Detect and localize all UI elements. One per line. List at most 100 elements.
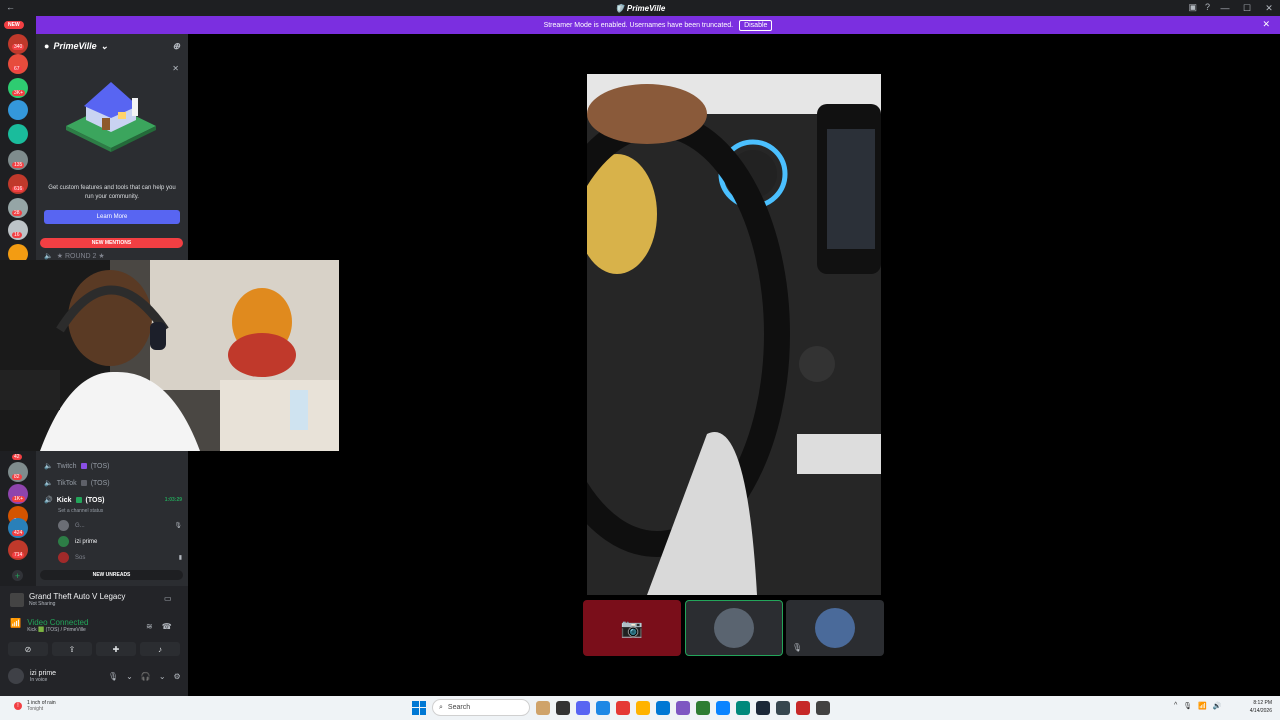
app-icon[interactable]	[796, 700, 810, 715]
microphone-icon[interactable]: 🎙	[108, 672, 118, 681]
voice-member[interactable]: Sos ▮	[58, 552, 182, 563]
widgets-icon[interactable]	[536, 700, 550, 715]
new-mentions-pill[interactable]: NEW MENTIONS	[40, 238, 183, 248]
server-boost-promo: ✕ Get custom features and tools that can…	[36, 58, 188, 233]
channel-color-square	[80, 463, 87, 469]
channel-tiktok[interactable]: 🔈 TikTok (TOS)	[44, 479, 182, 488]
learn-more-button[interactable]: Learn More	[44, 210, 180, 224]
chrome-app-icon[interactable]	[616, 700, 630, 715]
channel-name: TikTok	[56, 479, 77, 487]
voice-channel[interactable]: Kick 🟩 (TOS) / PrimeVille	[27, 627, 88, 633]
app-icon[interactable]	[716, 700, 730, 715]
file-explorer-icon[interactable]	[636, 700, 650, 715]
voice-controls: ≋ ☎	[146, 622, 172, 631]
signal-icon: 📶	[10, 618, 22, 628]
activities-button[interactable]: ✚	[96, 642, 136, 656]
voice-status[interactable]: Video Connected	[27, 618, 88, 627]
server-badge: 714	[12, 552, 25, 558]
speaker-icon: 🔊	[44, 497, 53, 504]
close-promo-icon[interactable]: ✕	[172, 64, 179, 73]
voice-channel-round[interactable]: 🔈 ★ ROUND 2 ★	[44, 252, 105, 260]
avatar	[815, 608, 855, 648]
user-controls: 🎙 ⌄ 🎧 ⌄ ⚙	[108, 672, 181, 681]
game-icon	[10, 592, 24, 607]
server-badge: 1K+	[12, 496, 26, 502]
store-app-icon[interactable]	[656, 700, 670, 715]
close-banner-icon[interactable]: ✕	[1262, 19, 1270, 30]
round-label: ★ ROUND 2 ★	[56, 253, 105, 260]
taskbar-search[interactable]: ⌕ Search	[432, 699, 530, 716]
add-member-icon[interactable]: ⊕	[172, 41, 180, 52]
main-video-stream[interactable]	[587, 74, 881, 595]
video-icon: ▮	[178, 555, 182, 561]
chevron-down-icon: ⌄	[100, 40, 109, 51]
steam-app-icon[interactable]	[756, 700, 770, 715]
channel-twitch[interactable]: 🔈 Twitch (TOS)	[44, 462, 182, 471]
participant-tile-active[interactable]	[685, 600, 783, 656]
wifi-icon[interactable]: 📶	[1198, 702, 1207, 710]
channel-name: Twitch	[56, 462, 77, 470]
app-icon[interactable]	[676, 700, 690, 715]
server-badge: 135	[12, 162, 25, 168]
channel-status[interactable]: Set a channel status	[58, 508, 103, 514]
game-activity: Grand Theft Auto V Legacy Not Sharing	[10, 592, 125, 607]
settings-gear-icon[interactable]: ⚙	[174, 672, 181, 681]
participant-tile[interactable]: 🎙	[786, 600, 884, 656]
close-window-button[interactable]: ✕	[1258, 0, 1280, 16]
chevron-up-icon[interactable]: ^	[1174, 702, 1177, 710]
noise-suppression-icon[interactable]: ≋	[146, 622, 153, 631]
member-name: Sos	[75, 554, 86, 561]
chevron-down-icon[interactable]: ⌄	[126, 672, 133, 681]
window-titlebar: ← 🛡️ PrimeVille ▣ ? — ☐ ✕	[0, 0, 1280, 16]
voice-timer: 1:03:29	[164, 497, 182, 503]
soundboard-button[interactable]: ♪	[140, 642, 180, 656]
headphones-icon[interactable]: 🎧	[141, 672, 151, 681]
disable-streamer-mode-button[interactable]: Disable	[739, 19, 773, 31]
server-badge: 424	[12, 530, 25, 536]
taskbar-clock[interactable]: 8:12 PM 4/14/2026	[1238, 699, 1272, 715]
avatar	[58, 552, 69, 563]
app-icon[interactable]	[776, 700, 790, 715]
user-info[interactable]: izi prime In voice	[8, 668, 56, 684]
task-view-icon[interactable]	[556, 700, 570, 715]
xbox-app-icon[interactable]	[696, 700, 710, 715]
new-pill[interactable]: NEW	[4, 21, 24, 29]
obs-app-icon[interactable]	[816, 700, 830, 715]
volume-icon[interactable]: 🔊	[1213, 702, 1222, 710]
disconnect-icon[interactable]: ☎	[162, 622, 172, 631]
edge-app-icon[interactable]	[736, 700, 750, 715]
inbox-icon[interactable]: ▣	[1188, 2, 1197, 13]
server-icon[interactable]	[8, 124, 28, 144]
server-badge: 82	[12, 474, 22, 480]
channel-tag: (TOS)	[90, 479, 110, 487]
voice-member[interactable]: G... 🎙	[58, 520, 182, 531]
avatar	[58, 520, 69, 531]
maximize-button[interactable]: ☐	[1236, 0, 1258, 16]
camera-off-button[interactable]: ⊘	[8, 642, 48, 656]
server-header[interactable]: ● PrimeVille ⌄ ⊕	[36, 34, 188, 58]
app-icon[interactable]	[596, 700, 610, 715]
server-icon[interactable]	[8, 100, 28, 120]
add-server-icon[interactable]: +	[12, 570, 23, 581]
new-unreads-pill[interactable]: NEW UNREADS	[40, 570, 183, 580]
webcam-scene-icon	[0, 260, 339, 451]
back-arrow-icon[interactable]: ←	[6, 2, 15, 12]
weather-widget[interactable]: ! 1 inch of rain Tonight	[14, 700, 56, 712]
weather-alert-icon: !	[14, 702, 22, 710]
participant-tile[interactable]: 📷	[583, 600, 681, 656]
channel-kick[interactable]: 🔊 Kick (TOS) 1:03:29	[44, 496, 182, 505]
speaker-icon: 🔈	[44, 463, 53, 470]
help-icon[interactable]: ?	[1205, 2, 1210, 13]
minimize-button[interactable]: —	[1214, 0, 1236, 16]
mic-tray-icon[interactable]: 🎙	[1183, 702, 1192, 710]
voice-member[interactable]: izi prime	[58, 536, 182, 547]
screen-share-button[interactable]: ⇪	[52, 642, 92, 656]
server-badge: 16	[12, 232, 22, 238]
user-panel: Grand Theft Auto V Legacy Not Sharing ▭ …	[0, 586, 188, 696]
discord-app-icon[interactable]	[576, 700, 590, 715]
windows-start-icon[interactable]	[412, 700, 426, 715]
taskbar-apps: ⌕ Search	[412, 699, 830, 716]
share-screen-icon[interactable]: ▭	[164, 594, 172, 603]
avatar	[8, 668, 24, 684]
chevron-down-icon[interactable]: ⌄	[159, 672, 166, 681]
